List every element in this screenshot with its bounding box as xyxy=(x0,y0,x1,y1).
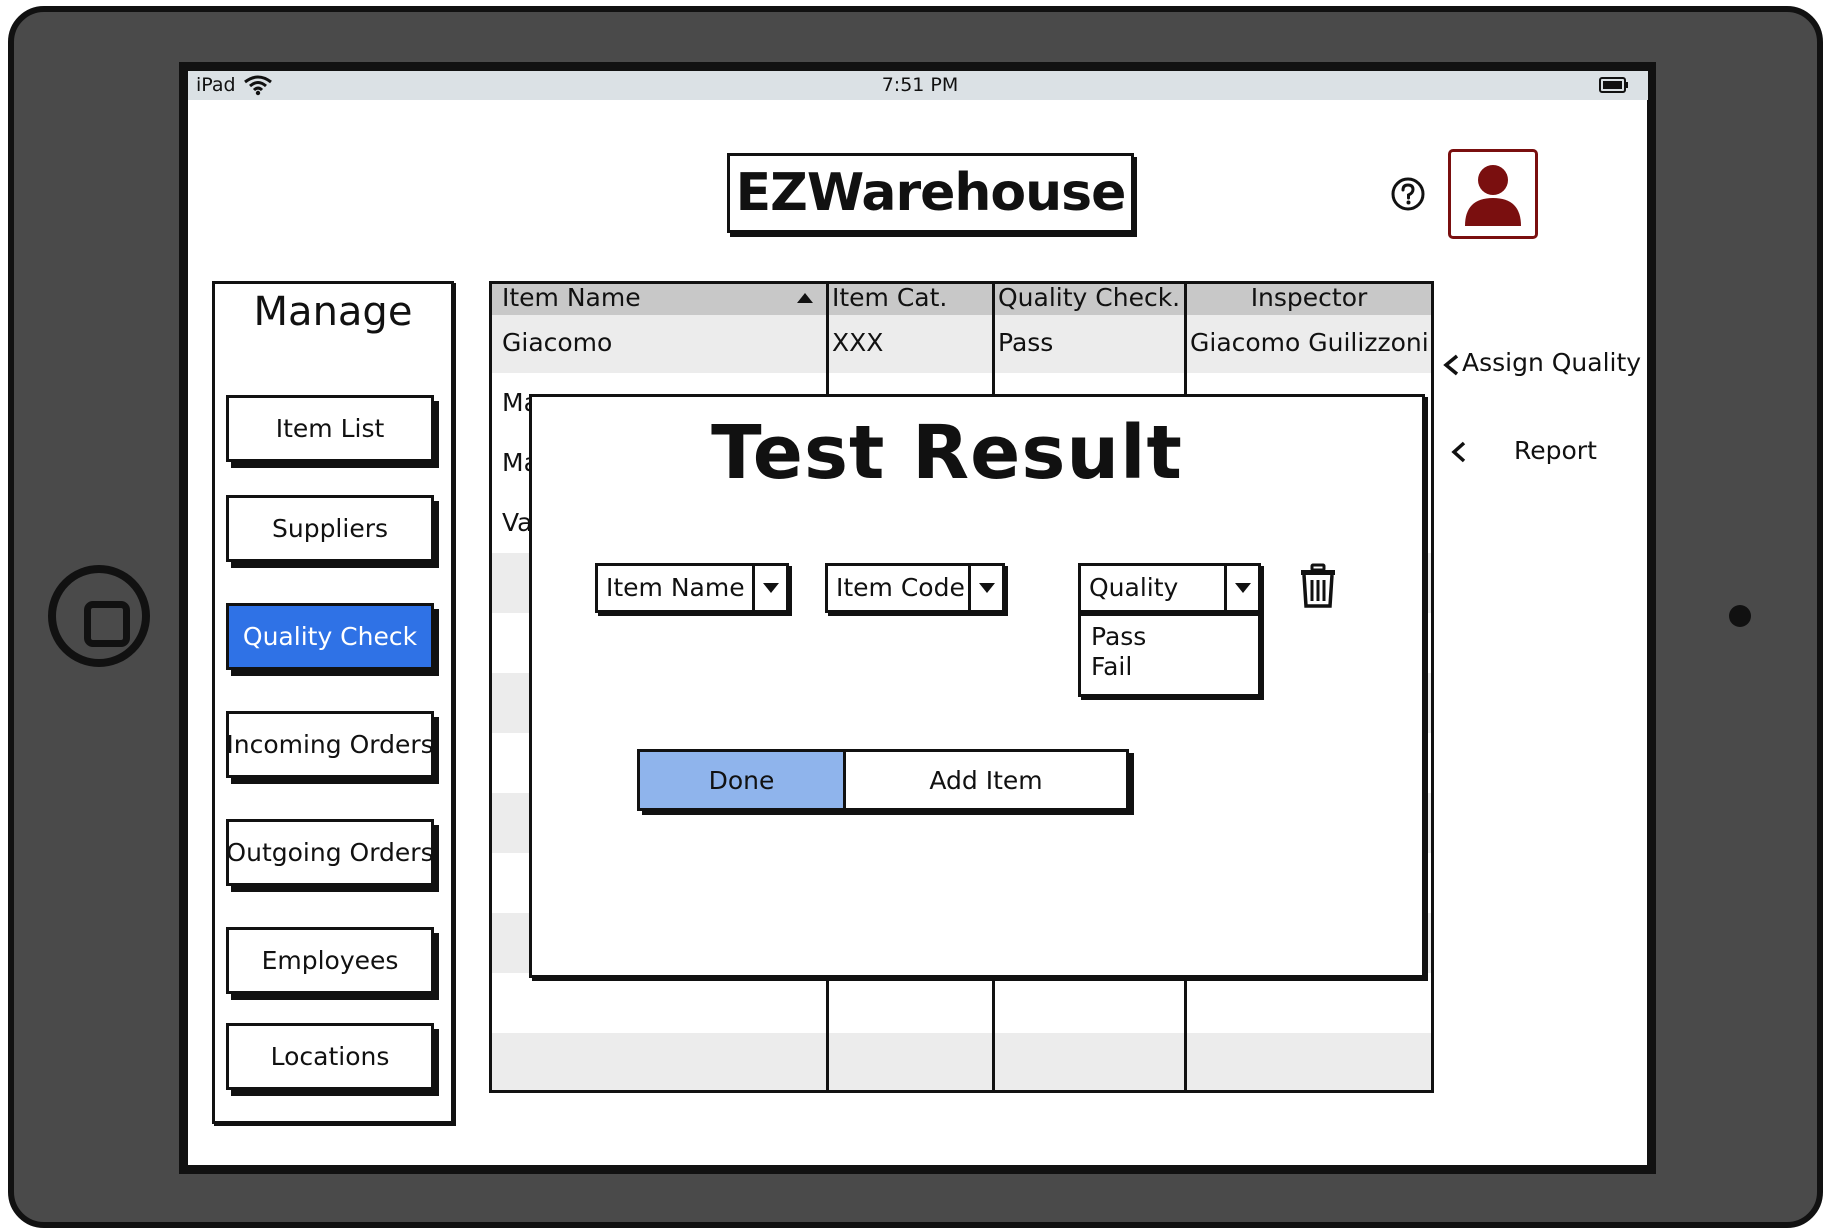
column-header-quality-check[interactable]: Quality Check. xyxy=(998,282,1180,313)
trash-icon[interactable] xyxy=(1298,563,1338,609)
sidebar-title: Manage xyxy=(253,289,413,335)
cell-item-cat: XXX xyxy=(832,328,884,357)
quality-option-fail[interactable]: Fail xyxy=(1081,652,1258,682)
battery-icon xyxy=(1599,77,1628,93)
cell-quality: Pass xyxy=(998,328,1054,357)
done-button[interactable]: Done xyxy=(640,752,846,808)
sidebar-item-item-list[interactable]: Item List xyxy=(226,395,434,462)
sort-ascending-icon[interactable] xyxy=(796,292,814,304)
sidebar-item-suppliers[interactable]: Suppliers xyxy=(226,495,434,562)
add-item-button[interactable]: Add Item xyxy=(846,752,1126,808)
sidebar-item-employees[interactable]: Employees xyxy=(226,927,434,994)
report-label: Report xyxy=(1514,436,1597,465)
chevron-down-icon[interactable] xyxy=(752,566,786,610)
avatar[interactable] xyxy=(1448,149,1538,239)
quality-options-list: Pass Fail xyxy=(1078,613,1261,697)
chevron-left-icon xyxy=(1443,354,1459,376)
home-button[interactable] xyxy=(48,565,150,667)
wifi-icon xyxy=(244,75,272,96)
camera-icon xyxy=(1729,605,1751,627)
item-name-select[interactable]: Item Name xyxy=(595,563,789,613)
cell-item-name: Va xyxy=(502,508,533,537)
item-code-select-value: Item Code xyxy=(836,573,965,602)
status-time: 7:51 PM xyxy=(881,74,959,96)
table-row[interactable] xyxy=(492,1033,1431,1090)
user-icon xyxy=(1465,165,1521,226)
quality-select[interactable]: Quality xyxy=(1078,563,1261,613)
cell-inspector: Giacomo Guilizzoni xyxy=(1190,328,1429,357)
dialog-button-group: Done Add Item xyxy=(637,749,1129,811)
column-header-item-name[interactable]: Item Name xyxy=(502,282,641,313)
device-label: iPad xyxy=(196,74,236,96)
sidebar-item-incoming-orders[interactable]: Incoming Orders xyxy=(226,711,434,778)
cell-item-name: Giacomo xyxy=(502,328,613,357)
sidebar-item-outgoing-orders[interactable]: Outgoing Orders xyxy=(226,819,434,886)
sidebar-item-quality-check[interactable]: Quality Check xyxy=(226,603,434,670)
assign-quality-label: Assign Quality xyxy=(1462,348,1642,377)
chevron-down-icon[interactable] xyxy=(968,566,1002,610)
home-button-icon xyxy=(84,601,130,647)
dialog-title: Test Result xyxy=(711,410,1183,496)
item-code-select[interactable]: Item Code xyxy=(825,563,1005,613)
chevron-left-icon xyxy=(1451,441,1466,463)
chevron-down-icon[interactable] xyxy=(1224,566,1258,610)
column-header-inspector[interactable]: Inspector xyxy=(1187,282,1431,313)
quality-select-value: Quality xyxy=(1089,573,1179,602)
app-title: EZWarehouse xyxy=(727,153,1134,233)
item-name-select-value: Item Name xyxy=(606,573,745,602)
sidebar-item-locations[interactable]: Locations xyxy=(226,1023,434,1090)
help-icon[interactable] xyxy=(1390,176,1426,212)
quality-option-pass[interactable]: Pass xyxy=(1081,622,1258,652)
column-header-item-cat[interactable]: Item Cat. xyxy=(832,282,947,313)
